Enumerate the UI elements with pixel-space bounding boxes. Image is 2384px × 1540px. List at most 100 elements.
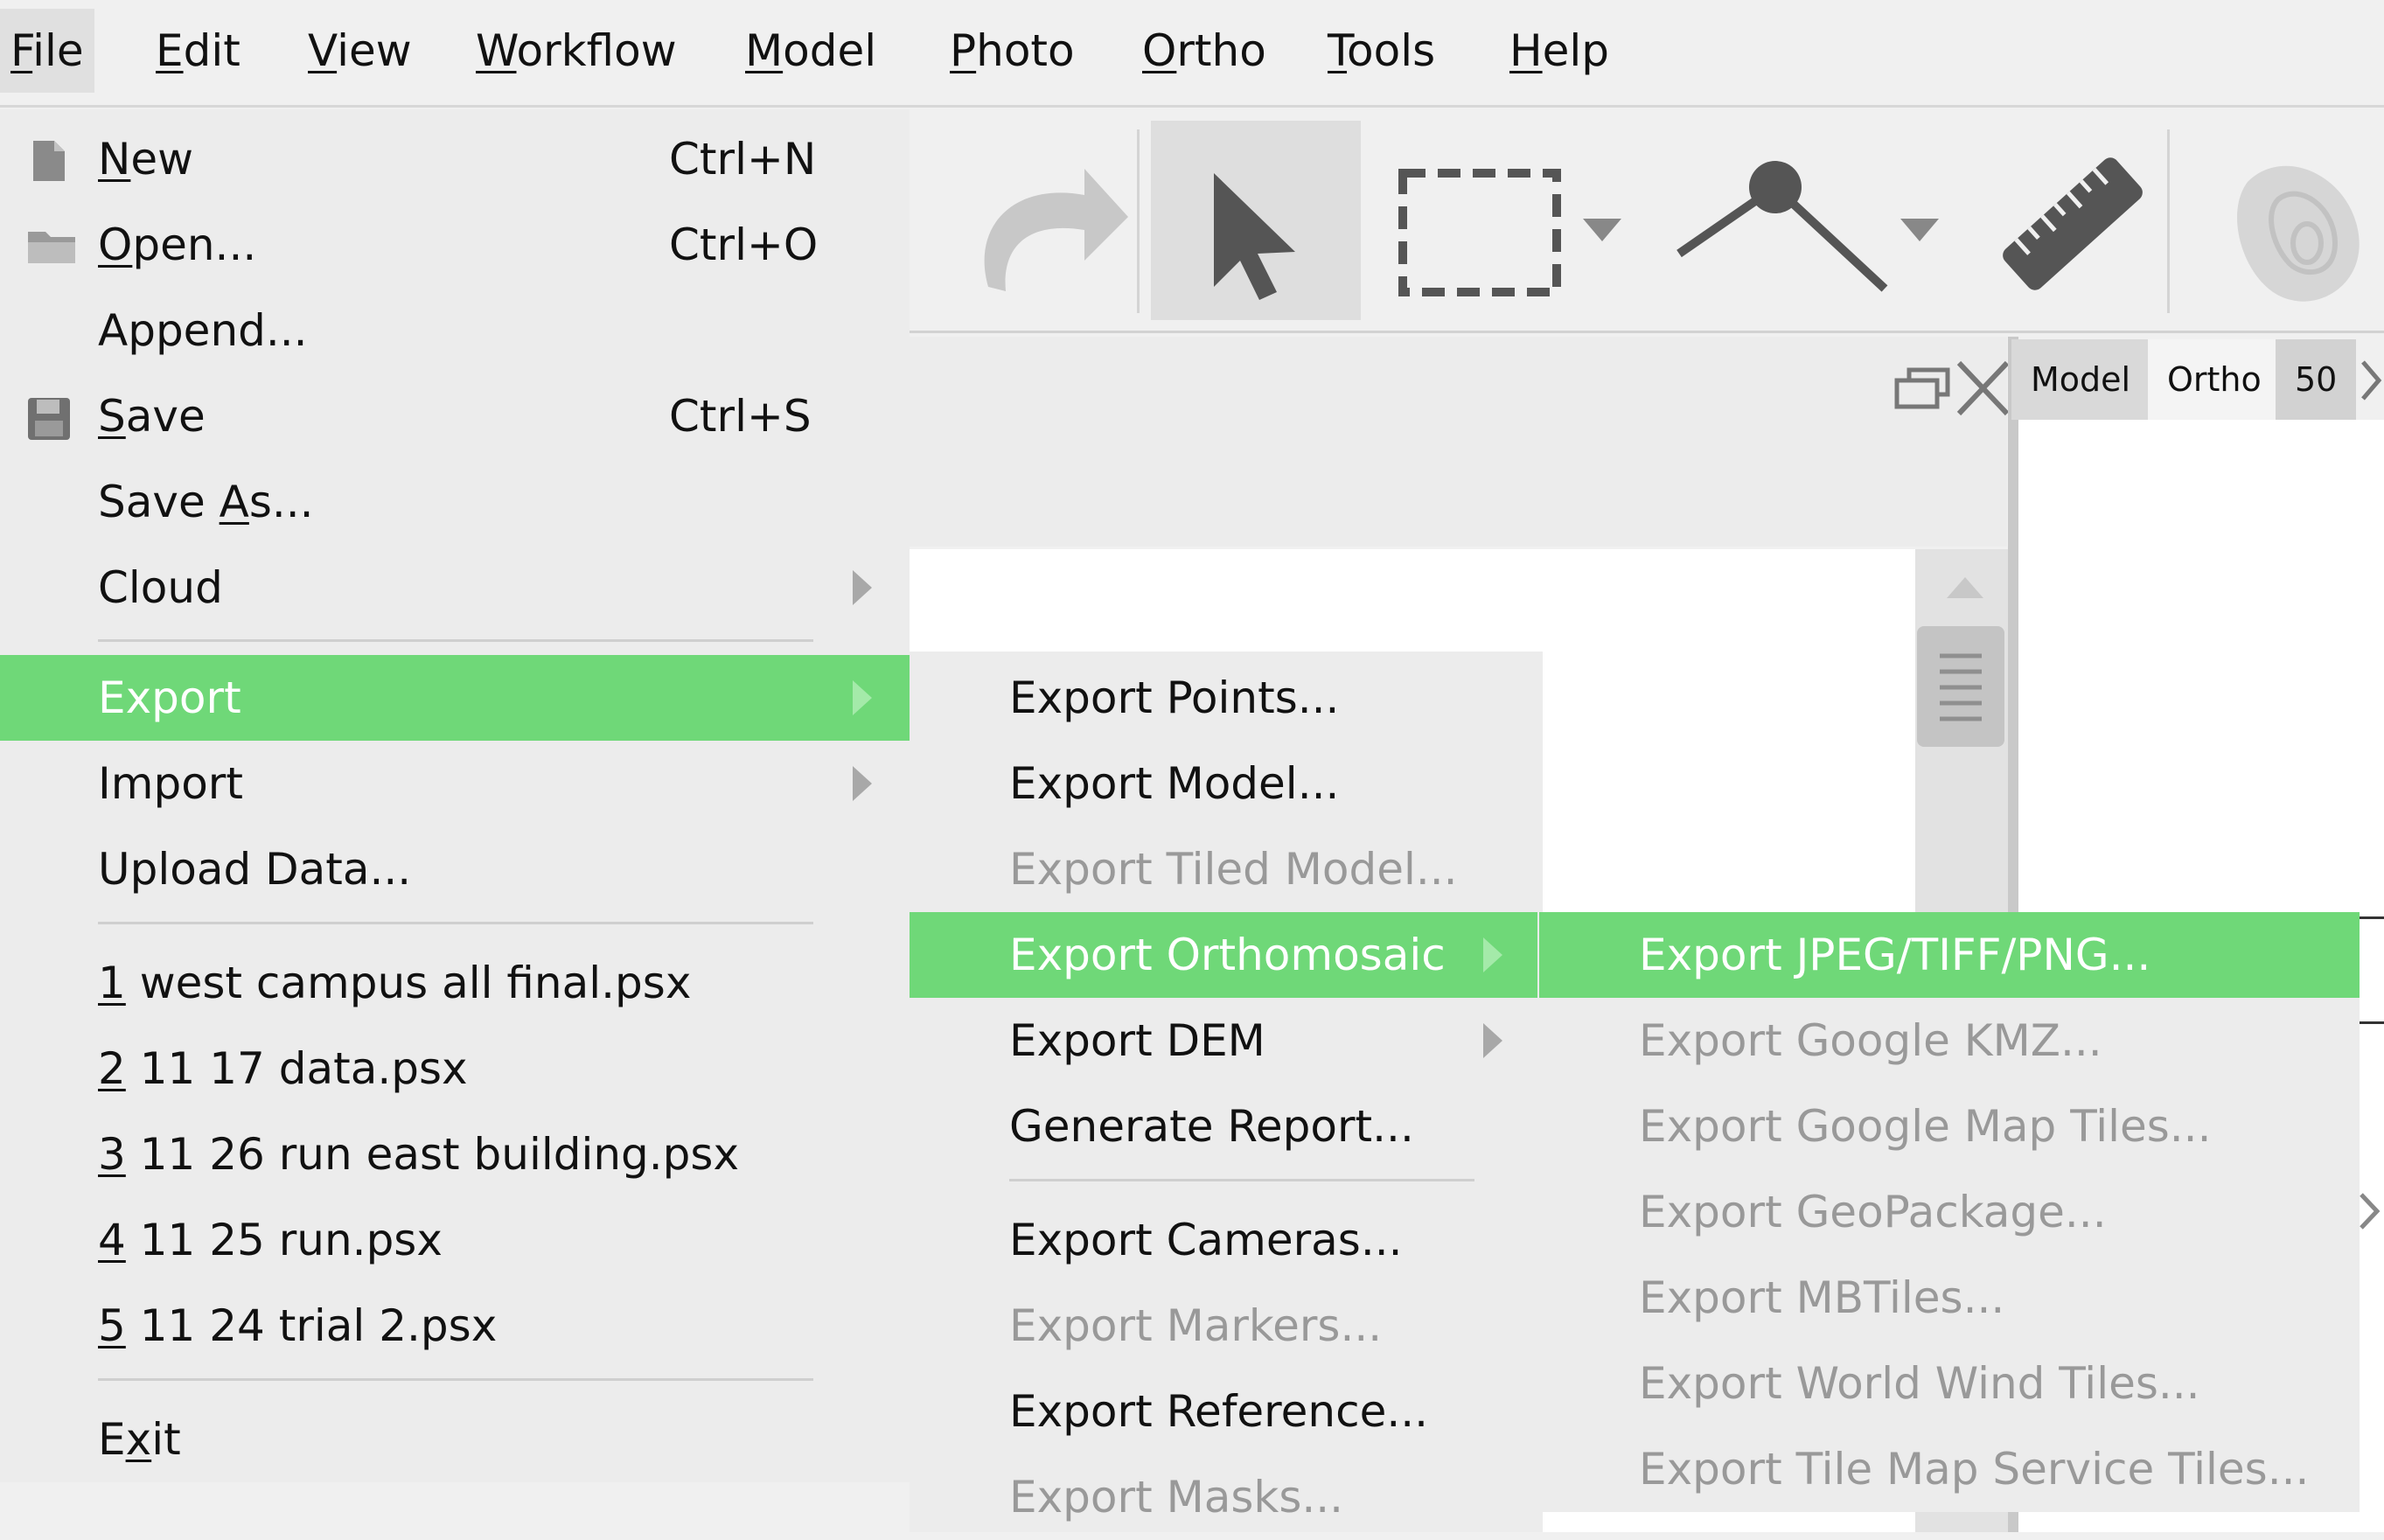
chevron-right-icon[interactable] — [2356, 1189, 2382, 1233]
selection-dropdown[interactable] — [1576, 121, 1628, 320]
menu-item-export-tiled-model: Export Tiled Model... — [910, 826, 1543, 912]
menu-item-export-points[interactable]: Export Points... — [910, 655, 1543, 741]
shortcut-label: Ctrl+N — [669, 134, 817, 185]
navigation-select-button[interactable] — [1151, 121, 1361, 320]
menu-item-label: 5 11 24 trial 2.psx — [98, 1283, 497, 1369]
label-text: s... — [248, 477, 314, 527]
rectangle-selection-button[interactable] — [1382, 121, 1574, 320]
view-tabs: Model Ortho 50 — [2011, 339, 2384, 420]
menu-item-new[interactable]: New Ctrl+N — [0, 116, 910, 202]
scroll-thumb[interactable] — [1917, 626, 2004, 747]
menu-item-export-world-wind-tiles: Export World Wind Tiles... — [1539, 1341, 2360, 1426]
menu-item-label: Export World Wind Tiles... — [1639, 1358, 2200, 1409]
menu-item-generate-report[interactable]: Generate Report... — [910, 1084, 1543, 1169]
close-icon[interactable] — [1956, 360, 2010, 416]
window-controls — [1894, 360, 2010, 416]
menu-item-upload-data[interactable]: Upload Data... — [0, 826, 910, 912]
recent-file-4[interactable]: 4 11 25 run.psx — [0, 1197, 910, 1283]
menu-item-cloud[interactable]: Cloud — [0, 545, 910, 631]
menu-item-import[interactable]: Import — [0, 741, 910, 826]
menu-view[interactable]: View — [297, 9, 422, 93]
label-text: 11 17 data.psx — [125, 1043, 468, 1094]
menu-label: dit — [183, 25, 240, 76]
menu-item-label: Export Cameras... — [1009, 1215, 1403, 1265]
draw-polyline-button[interactable] — [1662, 121, 1889, 320]
menu-item-save-as[interactable]: Save As... — [0, 459, 910, 545]
label-text: 11 25 run.psx — [125, 1215, 443, 1265]
restore-icon[interactable] — [1894, 367, 1950, 409]
label-text: 11 24 trial 2.psx — [125, 1300, 498, 1351]
menu-item-label: 1 west campus all final.psx — [98, 940, 691, 1026]
mnemonic: T — [1328, 25, 1348, 76]
menu-item-label: Generate Report... — [1009, 1101, 1414, 1152]
menu-item-label: 3 11 26 run east building.psx — [98, 1111, 739, 1197]
menu-edit[interactable]: Edit — [145, 9, 251, 93]
mnemonic: 3 — [98, 1129, 126, 1180]
recent-file-2[interactable]: 2 11 17 data.psx — [0, 1026, 910, 1111]
polyline-dropdown[interactable] — [1893, 121, 1946, 320]
workspace-header — [910, 337, 2010, 547]
menu-item-label: Exit — [98, 1397, 181, 1482]
menu-item-label: Export GeoPackage... — [1639, 1187, 2107, 1237]
tab-third[interactable]: 50 — [2276, 339, 2357, 420]
shortcut-label: Ctrl+S — [669, 391, 812, 442]
menu-label: hoto — [976, 25, 1075, 76]
menu-item-exit[interactable]: Exit — [0, 1397, 910, 1482]
menu-tools[interactable]: Tools — [1317, 9, 1446, 93]
tab-model[interactable]: Model — [2011, 339, 2150, 420]
mnemonic: M — [745, 25, 784, 76]
menu-help[interactable]: Help — [1499, 9, 1620, 93]
menu-item-label: Import — [98, 758, 243, 809]
shape-button[interactable] — [2195, 121, 2384, 320]
menu-model[interactable]: Model — [735, 9, 887, 93]
tab-scroll-right-icon[interactable] — [2360, 359, 2384, 402]
menu-item-export-reference[interactable]: Export Reference... — [910, 1369, 1543, 1454]
menu-photo[interactable]: Photo — [939, 9, 1085, 93]
orthomosaic-submenu: Export JPEG/TIFF/PNG... Export Google KM… — [1539, 912, 2360, 1512]
mnemonic: N — [98, 134, 131, 185]
scroll-up-icon[interactable] — [1943, 572, 1987, 602]
panel-edge-mark — [2360, 1021, 2384, 1024]
menu-workflow[interactable]: Workflow — [465, 9, 687, 93]
label-text: it — [151, 1414, 181, 1465]
chevron-down-icon — [1900, 219, 1939, 241]
menu-item-save[interactable]: Save Ctrl+S — [0, 373, 910, 459]
menu-label: ile — [32, 25, 84, 76]
redo-icon — [984, 169, 1128, 291]
recent-file-3[interactable]: 3 11 26 run east building.psx — [0, 1111, 910, 1197]
menu-item-export-cameras[interactable]: Export Cameras... — [910, 1197, 1543, 1283]
menu-file[interactable]: File — [0, 9, 94, 93]
grip-lines-icon — [1940, 653, 1982, 721]
menu-item-open[interactable]: Open... Ctrl+O — [0, 202, 910, 288]
menu-item-export[interactable]: Export — [0, 655, 910, 741]
recent-file-5[interactable]: 5 11 24 trial 2.psx — [0, 1283, 910, 1369]
menu-separator — [98, 1378, 813, 1381]
toolbar — [910, 112, 2384, 333]
ruler-button[interactable] — [1968, 121, 2178, 320]
recent-file-1[interactable]: 1 west campus all final.psx — [0, 940, 910, 1026]
menu-item-label: Export Reference... — [1009, 1386, 1429, 1437]
cursor-arrow-icon — [1214, 173, 1295, 300]
menu-item-label: Append... — [98, 305, 308, 356]
label-text: E — [98, 1414, 126, 1465]
menu-item-label: Save — [98, 373, 206, 459]
menu-item-export-jpeg-tiff-png[interactable]: Export JPEG/TIFF/PNG... — [1539, 912, 2360, 998]
menu-item-export-tms-tiles: Export Tile Map Service Tiles... — [1539, 1426, 2360, 1512]
tab-ortho[interactable]: Ortho — [2148, 339, 2281, 420]
redo-button[interactable] — [953, 121, 1137, 320]
menu-item-label: Export Tiled Model... — [1009, 844, 1458, 895]
menu-item-export-orthomosaic[interactable]: Export Orthomosaic — [910, 912, 1537, 998]
menu-item-export-google-kmz: Export Google KMZ... — [1539, 998, 2360, 1084]
rectangle-selection-icon — [1398, 169, 1561, 296]
panel-edge-mark — [2360, 916, 2384, 919]
menu-item-label: Export Points... — [1009, 672, 1340, 723]
mnemonic: 2 — [98, 1043, 126, 1094]
menu-item-export-model[interactable]: Export Model... — [910, 741, 1543, 826]
mnemonic: x — [125, 1414, 152, 1465]
label-text: 11 26 run east building.psx — [125, 1129, 740, 1180]
menu-ortho[interactable]: Ortho — [1132, 9, 1277, 93]
menu-item-append[interactable]: Append... — [0, 288, 910, 373]
shortcut-label: Ctrl+O — [669, 220, 819, 270]
label-text: pen... — [132, 220, 257, 270]
menu-item-export-dem[interactable]: Export DEM — [910, 998, 1543, 1084]
